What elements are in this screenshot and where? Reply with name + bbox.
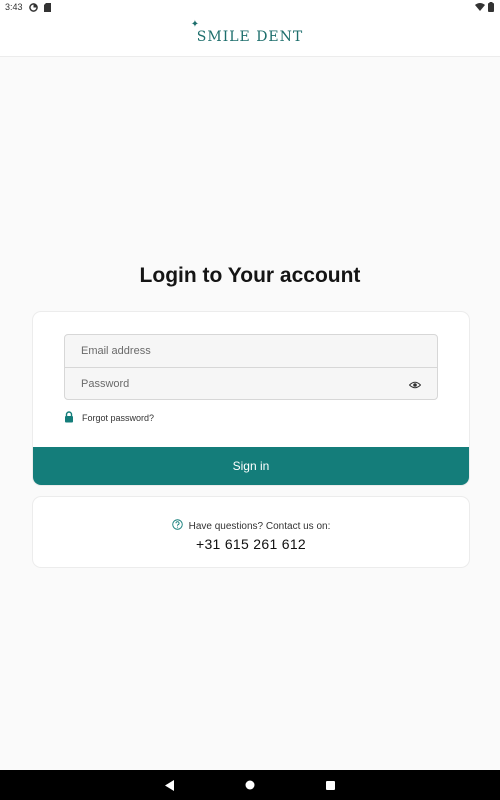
contact-phone[interactable]: +31 615 261 612 <box>33 536 469 552</box>
sparkle-icon: ✦ <box>190 19 201 30</box>
app-header: ✦ SMILE DENT <box>0 14 500 57</box>
login-card: Forgot password? Sign in <box>32 311 470 486</box>
logo-text: SMILE DENT <box>196 29 304 45</box>
help-circle-icon <box>171 519 183 533</box>
forgot-password-label: Forgot password? <box>82 413 155 423</box>
home-icon[interactable] <box>244 779 256 791</box>
recents-icon[interactable] <box>324 779 336 791</box>
sign-in-button[interactable]: Sign in <box>33 447 469 485</box>
wifi-icon <box>475 3 485 13</box>
password-field-row <box>65 367 437 400</box>
contact-question: Have questions? Contact us on: <box>188 520 331 532</box>
status-right-icons <box>475 2 494 14</box>
page-title: Login to Your account <box>139 264 361 287</box>
brand-logo: ✦ SMILE DENT <box>191 19 304 45</box>
contact-question-row: Have questions? Contact us on: <box>33 519 469 533</box>
credentials-group <box>64 334 438 400</box>
data-saver-icon <box>28 2 38 12</box>
eye-icon[interactable] <box>408 378 422 390</box>
email-field[interactable] <box>65 336 381 366</box>
contact-card: Have questions? Contact us on: +31 615 2… <box>32 496 470 568</box>
status-bar: 3:43 <box>0 0 500 14</box>
sim-card-icon <box>43 2 51 12</box>
password-field[interactable] <box>65 369 381 399</box>
forgot-password-link[interactable]: Forgot password? <box>64 410 154 426</box>
battery-icon <box>488 2 494 14</box>
status-time: 3:43 <box>5 2 23 12</box>
system-nav-bar <box>0 770 500 800</box>
email-field-row <box>65 335 437 367</box>
back-icon[interactable] <box>164 779 176 791</box>
lock-icon <box>64 411 74 425</box>
